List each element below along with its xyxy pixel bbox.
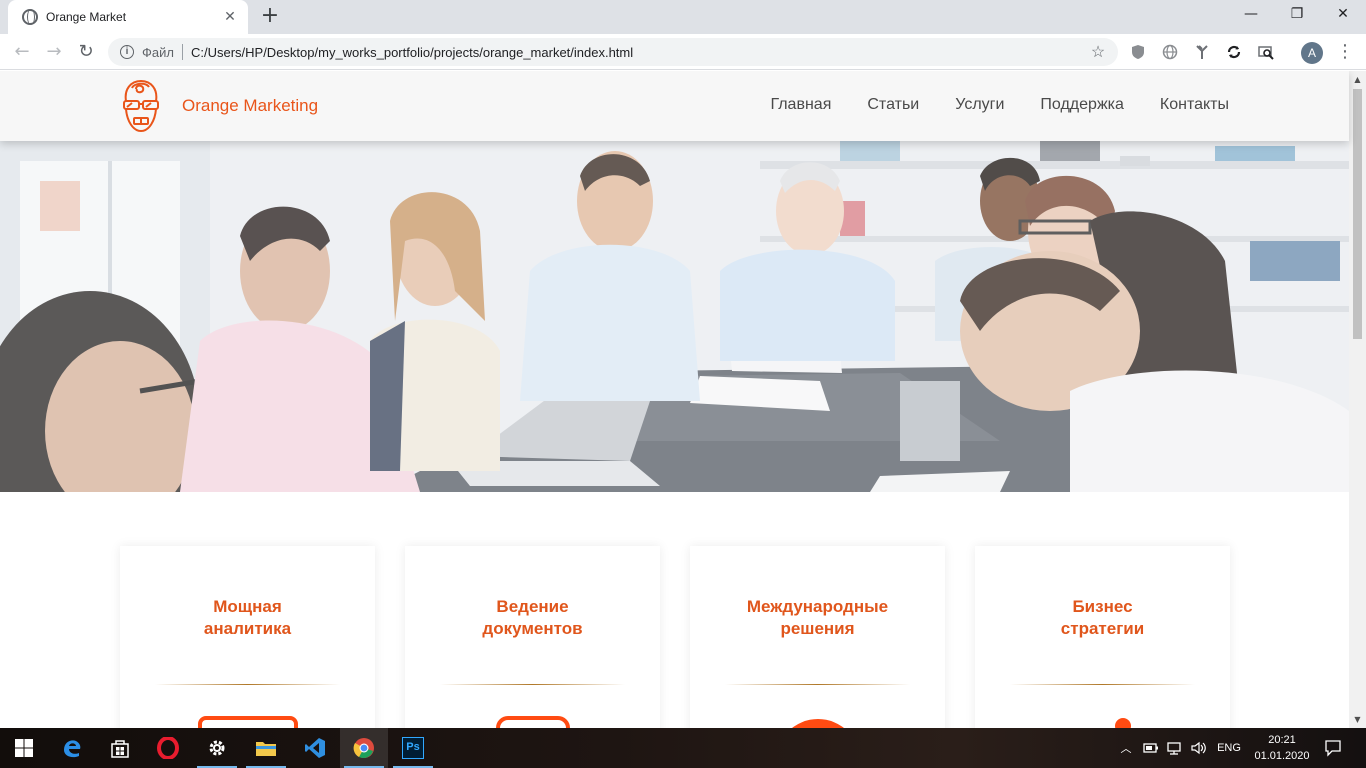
brand-logo-icon[interactable] [118,77,164,135]
feature-card-documents[interactable]: Ведение документов [405,546,660,728]
notifications-icon[interactable] [1324,739,1342,757]
hero-image [0,141,1349,492]
shield-icon[interactable] [1129,43,1147,61]
photoshop-label: Ps [402,737,424,759]
strategy-icon [1114,718,1131,728]
card-divider [155,684,340,685]
tab-close-icon[interactable]: ✕ [222,9,238,25]
browser-tab[interactable]: Orange Market ✕ [8,0,248,34]
card-divider [1010,684,1195,685]
protocol-label: Файл [142,44,174,60]
globe-icon[interactable] [1161,43,1179,61]
scroll-down-arrow[interactable]: ▼ [1349,711,1366,728]
nav-item-articles[interactable]: Статьи [867,96,919,114]
tab-favicon-globe-icon [22,9,38,25]
store-icon[interactable] [96,728,144,768]
nav-item-contacts[interactable]: Контакты [1160,96,1229,114]
browser-tab-strip: Orange Market ✕ + — ❐ ✕ [0,0,1366,34]
back-button[interactable]: ← [10,40,34,64]
tab-title: Orange Market [46,10,127,24]
network-icon[interactable] [1166,740,1184,756]
features-section: Мощная аналитика Ведение документов Междун… [120,546,1230,728]
vscode-icon[interactable] [291,728,339,768]
nav-item-home[interactable]: Главная [770,96,831,114]
nav-item-services[interactable]: Услуги [955,96,1004,114]
scroll-up-arrow[interactable]: ▲ [1349,71,1366,88]
main-nav: Главная Статьи Услуги Поддержка Контакты [770,96,1229,114]
forward-button[interactable]: → [42,40,66,64]
feature-card-strategy[interactable]: Бизнес стратегии [975,546,1230,728]
antenna-icon[interactable] [1193,43,1211,61]
explorer-icon[interactable] [242,728,290,768]
reload-button[interactable]: ↻ [74,40,98,64]
sync-icon[interactable] [1225,43,1243,61]
address-divider [181,44,183,60]
page-scrollbar[interactable]: ▲ ▼ [1349,71,1366,728]
new-tab-button[interactable]: + [258,5,282,29]
photoshop-icon[interactable]: Ps [389,728,437,768]
settings-icon[interactable] [193,728,241,768]
team-meeting-photo [0,141,1349,492]
clock-date: 01.01.2020 [1254,750,1310,762]
site-info-icon[interactable]: i [120,45,134,59]
feature-card-title: Ведение документов [482,597,583,638]
card-divider [440,684,625,685]
chrome-icon[interactable] [340,728,388,768]
language-indicator[interactable]: ENG [1212,728,1246,768]
browser-toolbar: ← → ↻ i Файл C:/Users/HP/Desktop/my_work… [0,34,1366,70]
feature-card-analytics[interactable]: Мощная аналитика [120,546,375,728]
site-header: Orange Marketing Главная Статьи Услуги П… [0,71,1349,141]
browser-menu-icon[interactable]: ⋮ [1336,42,1354,64]
monitor-icon [197,716,298,728]
edge-icon[interactable] [48,728,96,768]
card-divider [725,684,910,685]
opera-icon[interactable] [144,728,192,768]
url-text[interactable]: C:/Users/HP/Desktop/my_works_portfolio/p… [191,45,1088,60]
nav-item-support[interactable]: Поддержка [1040,96,1123,114]
globe-icon [791,719,844,728]
volume-icon[interactable] [1190,740,1208,756]
clock-time: 20:21 [1268,734,1296,746]
bookmark-star-icon[interactable]: ☆ [1088,42,1108,62]
feature-card-title: Бизнес стратегии [1060,597,1145,638]
system-clock[interactable]: 20:21 01.01.2020 [1254,732,1310,764]
feature-card-title: Международные решения [746,597,889,638]
page-viewport: Orange Marketing Главная Статьи Услуги П… [0,71,1366,728]
battery-icon[interactable] [1142,740,1160,756]
address-bar[interactable]: i Файл C:/Users/HP/Desktop/my_works_port… [108,38,1118,66]
profile-avatar[interactable]: A [1301,42,1323,64]
window-close-button[interactable]: ✕ [1320,0,1366,30]
windows-taskbar: Ps ︿ ENG 20:21 01.01.2020 [0,728,1366,768]
windows-start-icon[interactable] [0,728,48,768]
minimize-button[interactable]: — [1228,0,1274,30]
tray-overflow-chevron-icon[interactable]: ︿ [1116,728,1136,768]
restore-button[interactable]: ❐ [1274,0,1320,30]
document-icon [495,716,570,728]
feature-card-title: Мощная аналитика [203,597,292,638]
feature-card-international[interactable]: Международные решения [690,546,945,728]
search-page-icon[interactable] [1257,43,1275,61]
scroll-thumb[interactable] [1353,89,1362,339]
brand-name[interactable]: Orange Marketing [182,96,318,116]
